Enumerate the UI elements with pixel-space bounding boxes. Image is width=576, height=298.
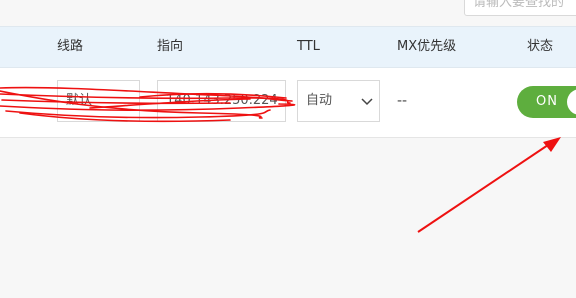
redaction-scribble [0,86,296,123]
annotation-overlay [0,86,561,233]
annotation-arrow [417,137,561,233]
